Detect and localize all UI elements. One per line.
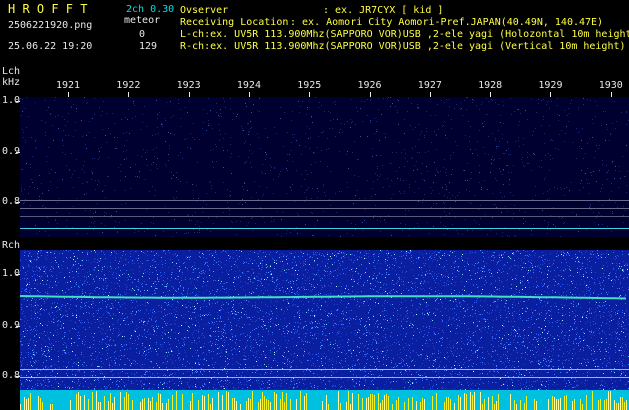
time-tick-label: 1926 <box>357 80 382 91</box>
rch-noise-layer <box>20 250 629 410</box>
time-tick-label: 1924 <box>236 80 261 91</box>
rch-meteor-count: 129 <box>139 41 158 52</box>
app-title: H R O F F T <box>8 2 88 16</box>
meteor-label: meteor <box>124 15 161 26</box>
observer-value: : ex. JR7CYX [ kid ] <box>323 5 444 16</box>
time-tick-label: 1928 <box>478 80 503 91</box>
lch-meteor-count: 0 <box>139 29 146 40</box>
time-tick-label: 1930 <box>598 80 623 91</box>
khz-axis-label: kHz <box>2 77 21 88</box>
filename-label: 2506221920.png <box>8 20 93 31</box>
time-tick-label: 1929 <box>538 80 563 91</box>
location-value: : ex. Aomori City Aomori-Pref.JAPAN(40.4… <box>290 17 604 28</box>
lch-receiver-info: L-ch:ex. UV5R 113.900Mhz(SAPPORO VOR)USB… <box>180 29 629 40</box>
lch-carrier-line <box>20 228 629 229</box>
lch-marker-line <box>20 200 629 201</box>
rch-axis-label: Rch <box>2 240 21 251</box>
time-tick-label: 1921 <box>56 80 81 91</box>
rch-spectrogram <box>20 250 629 410</box>
lch-marker-line <box>20 208 629 209</box>
rch-receiver-info: R-ch:ex. UV5R 113.900Mhz(SAPPORO VOR)USB… <box>180 41 626 52</box>
lch-marker-line <box>20 216 629 217</box>
rch-marker-line <box>20 377 629 378</box>
observer-label: Ovserver <box>180 5 229 16</box>
lch-spectrogram <box>20 97 629 237</box>
hrofft-window: H R O F F T 2ch 0.30 2506221920.png mete… <box>0 0 629 410</box>
datetime-label: 25.06.22 19:20 <box>8 41 93 52</box>
time-tick-label: 1925 <box>297 80 322 91</box>
location-label: Receiving Location <box>180 17 289 28</box>
rch-marker-line <box>20 369 629 370</box>
time-tick-label: 1923 <box>176 80 201 91</box>
time-tick-label: 1927 <box>417 80 442 91</box>
time-tick-label: 1922 <box>116 80 141 91</box>
